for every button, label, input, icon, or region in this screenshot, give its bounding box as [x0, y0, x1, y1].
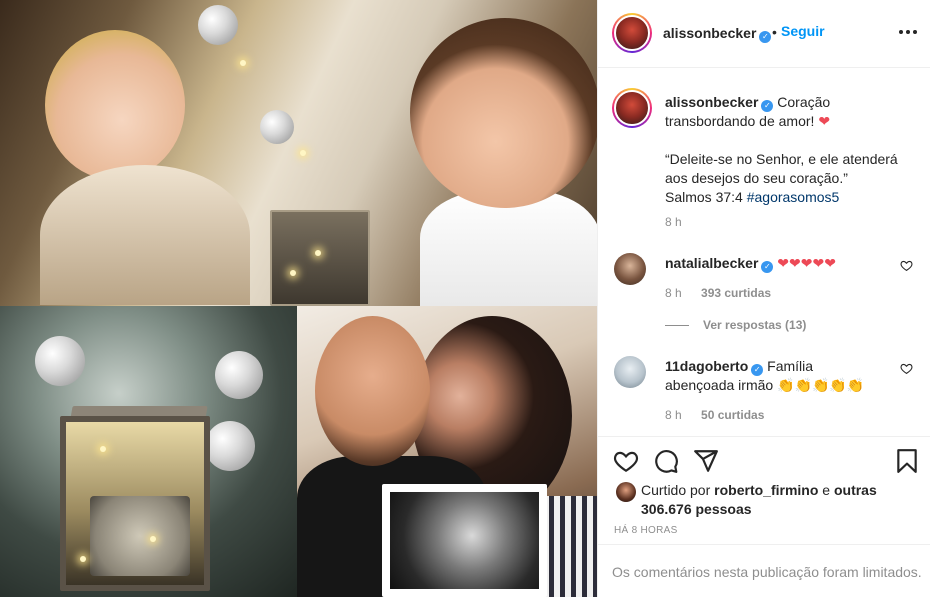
heart-icon[interactable] — [613, 448, 639, 474]
action-bar — [598, 436, 930, 486]
verified-badge-icon: ✓ — [761, 100, 774, 112]
verified-badge-icon: ✓ — [751, 364, 764, 376]
fairy-light — [290, 270, 296, 276]
paper-plane-icon[interactable] — [693, 448, 719, 474]
separator-dot: • — [772, 24, 777, 40]
caption-author-avatar[interactable] — [612, 88, 652, 128]
fairy-light — [150, 536, 156, 542]
fairy-light — [300, 150, 306, 156]
username-text[interactable]: alissonbecker — [663, 25, 756, 41]
girl-dress — [40, 165, 250, 305]
commenter-avatar[interactable] — [614, 356, 646, 388]
girl-figure — [45, 30, 185, 180]
author-avatar[interactable] — [612, 13, 652, 53]
post-header: alissonbecker ✓ • Seguir — [598, 0, 930, 68]
replies-divider — [665, 324, 689, 326]
verified-badge-icon: ✓ — [761, 261, 774, 273]
man-figure — [315, 316, 430, 466]
ornament — [260, 110, 294, 144]
commenter-username[interactable]: 11dagoberto — [665, 358, 748, 374]
red-heart-emoji: ❤ — [818, 113, 831, 129]
verified-badge-icon: ✓ — [759, 31, 772, 43]
comment-body: ❤❤❤❤❤ — [777, 255, 836, 271]
comment-likes[interactable]: 393 curtidas — [701, 286, 771, 300]
ornament — [35, 336, 85, 386]
view-replies-button[interactable]: Ver respostas (13) — [665, 318, 806, 332]
liker-username[interactable]: roberto_firmino — [714, 482, 818, 498]
commenter-username[interactable]: natalialbecker — [665, 255, 758, 271]
boy-figure — [410, 18, 597, 208]
hashtag-link[interactable]: #agorasomos5 — [747, 189, 840, 205]
ultrasound-print — [382, 484, 547, 597]
commenter-avatar[interactable] — [614, 253, 646, 285]
gift-box — [270, 210, 370, 306]
heart-icon[interactable] — [900, 362, 913, 375]
ultrasound-image — [90, 496, 190, 576]
follow-button[interactable]: Seguir — [781, 23, 825, 39]
fairy-light — [80, 556, 86, 562]
photo-couple-with-ultrasound — [297, 306, 597, 597]
liker-avatar[interactable] — [616, 482, 636, 502]
post-caption: alissonbecker ✓ Coração transbordando de … — [665, 93, 915, 207]
bookmark-icon[interactable] — [894, 448, 920, 474]
post-details-panel: alissonbecker ✓ • Seguir alissonbecker ✓ C… — [597, 0, 930, 597]
comments-limited-notice: Os comentários nesta publicação foram li… — [598, 544, 930, 597]
photo-ultrasound-in-box — [0, 306, 297, 597]
liked-by-text: Curtido por roberto_firmino e outras 306… — [641, 481, 881, 519]
ornament — [198, 5, 238, 45]
heart-icon[interactable] — [900, 259, 913, 272]
fairy-light — [315, 250, 321, 256]
comment-text: 11dagoberto ✓ Família abençoada irmão 👏👏👏… — [665, 357, 880, 395]
caption-username[interactable]: alissonbecker — [665, 94, 758, 110]
ornament — [215, 351, 263, 399]
photo-children-with-box — [0, 0, 597, 306]
liked-by-conj: e — [822, 482, 831, 498]
liked-by-prefix: Curtido por — [641, 482, 711, 498]
more-options-icon[interactable] — [899, 30, 917, 34]
caption-quote: “Deleite-se no Senhor, e ele atenderá ao… — [665, 151, 898, 186]
comment-bubble-icon[interactable] — [653, 448, 679, 474]
comments-limited-text: Os comentários nesta publicação foram li… — [612, 564, 922, 580]
comment-likes[interactable]: 50 curtidas — [701, 408, 764, 422]
comment-time[interactable]: 8 h — [665, 286, 682, 300]
fairy-light — [100, 446, 106, 452]
author-username[interactable]: alissonbecker ✓ — [663, 25, 772, 43]
post-timestamp[interactable]: HÁ 8 HORAS — [614, 525, 678, 536]
view-replies-label[interactable]: Ver respostas (13) — [703, 318, 806, 332]
caption-reference: Salmos 37:4 — [665, 189, 743, 205]
post-media-collage[interactable] — [0, 0, 597, 597]
caption-time[interactable]: 8 h — [665, 215, 682, 229]
fairy-light — [240, 60, 246, 66]
comment-meta: 8 h 50 curtidas — [665, 408, 764, 422]
comment-meta: 8 h 393 curtidas — [665, 286, 771, 300]
comment-text: natalialbecker ✓ ❤❤❤❤❤ — [665, 254, 880, 273]
ornament — [205, 421, 255, 471]
comment-time[interactable]: 8 h — [665, 408, 682, 422]
